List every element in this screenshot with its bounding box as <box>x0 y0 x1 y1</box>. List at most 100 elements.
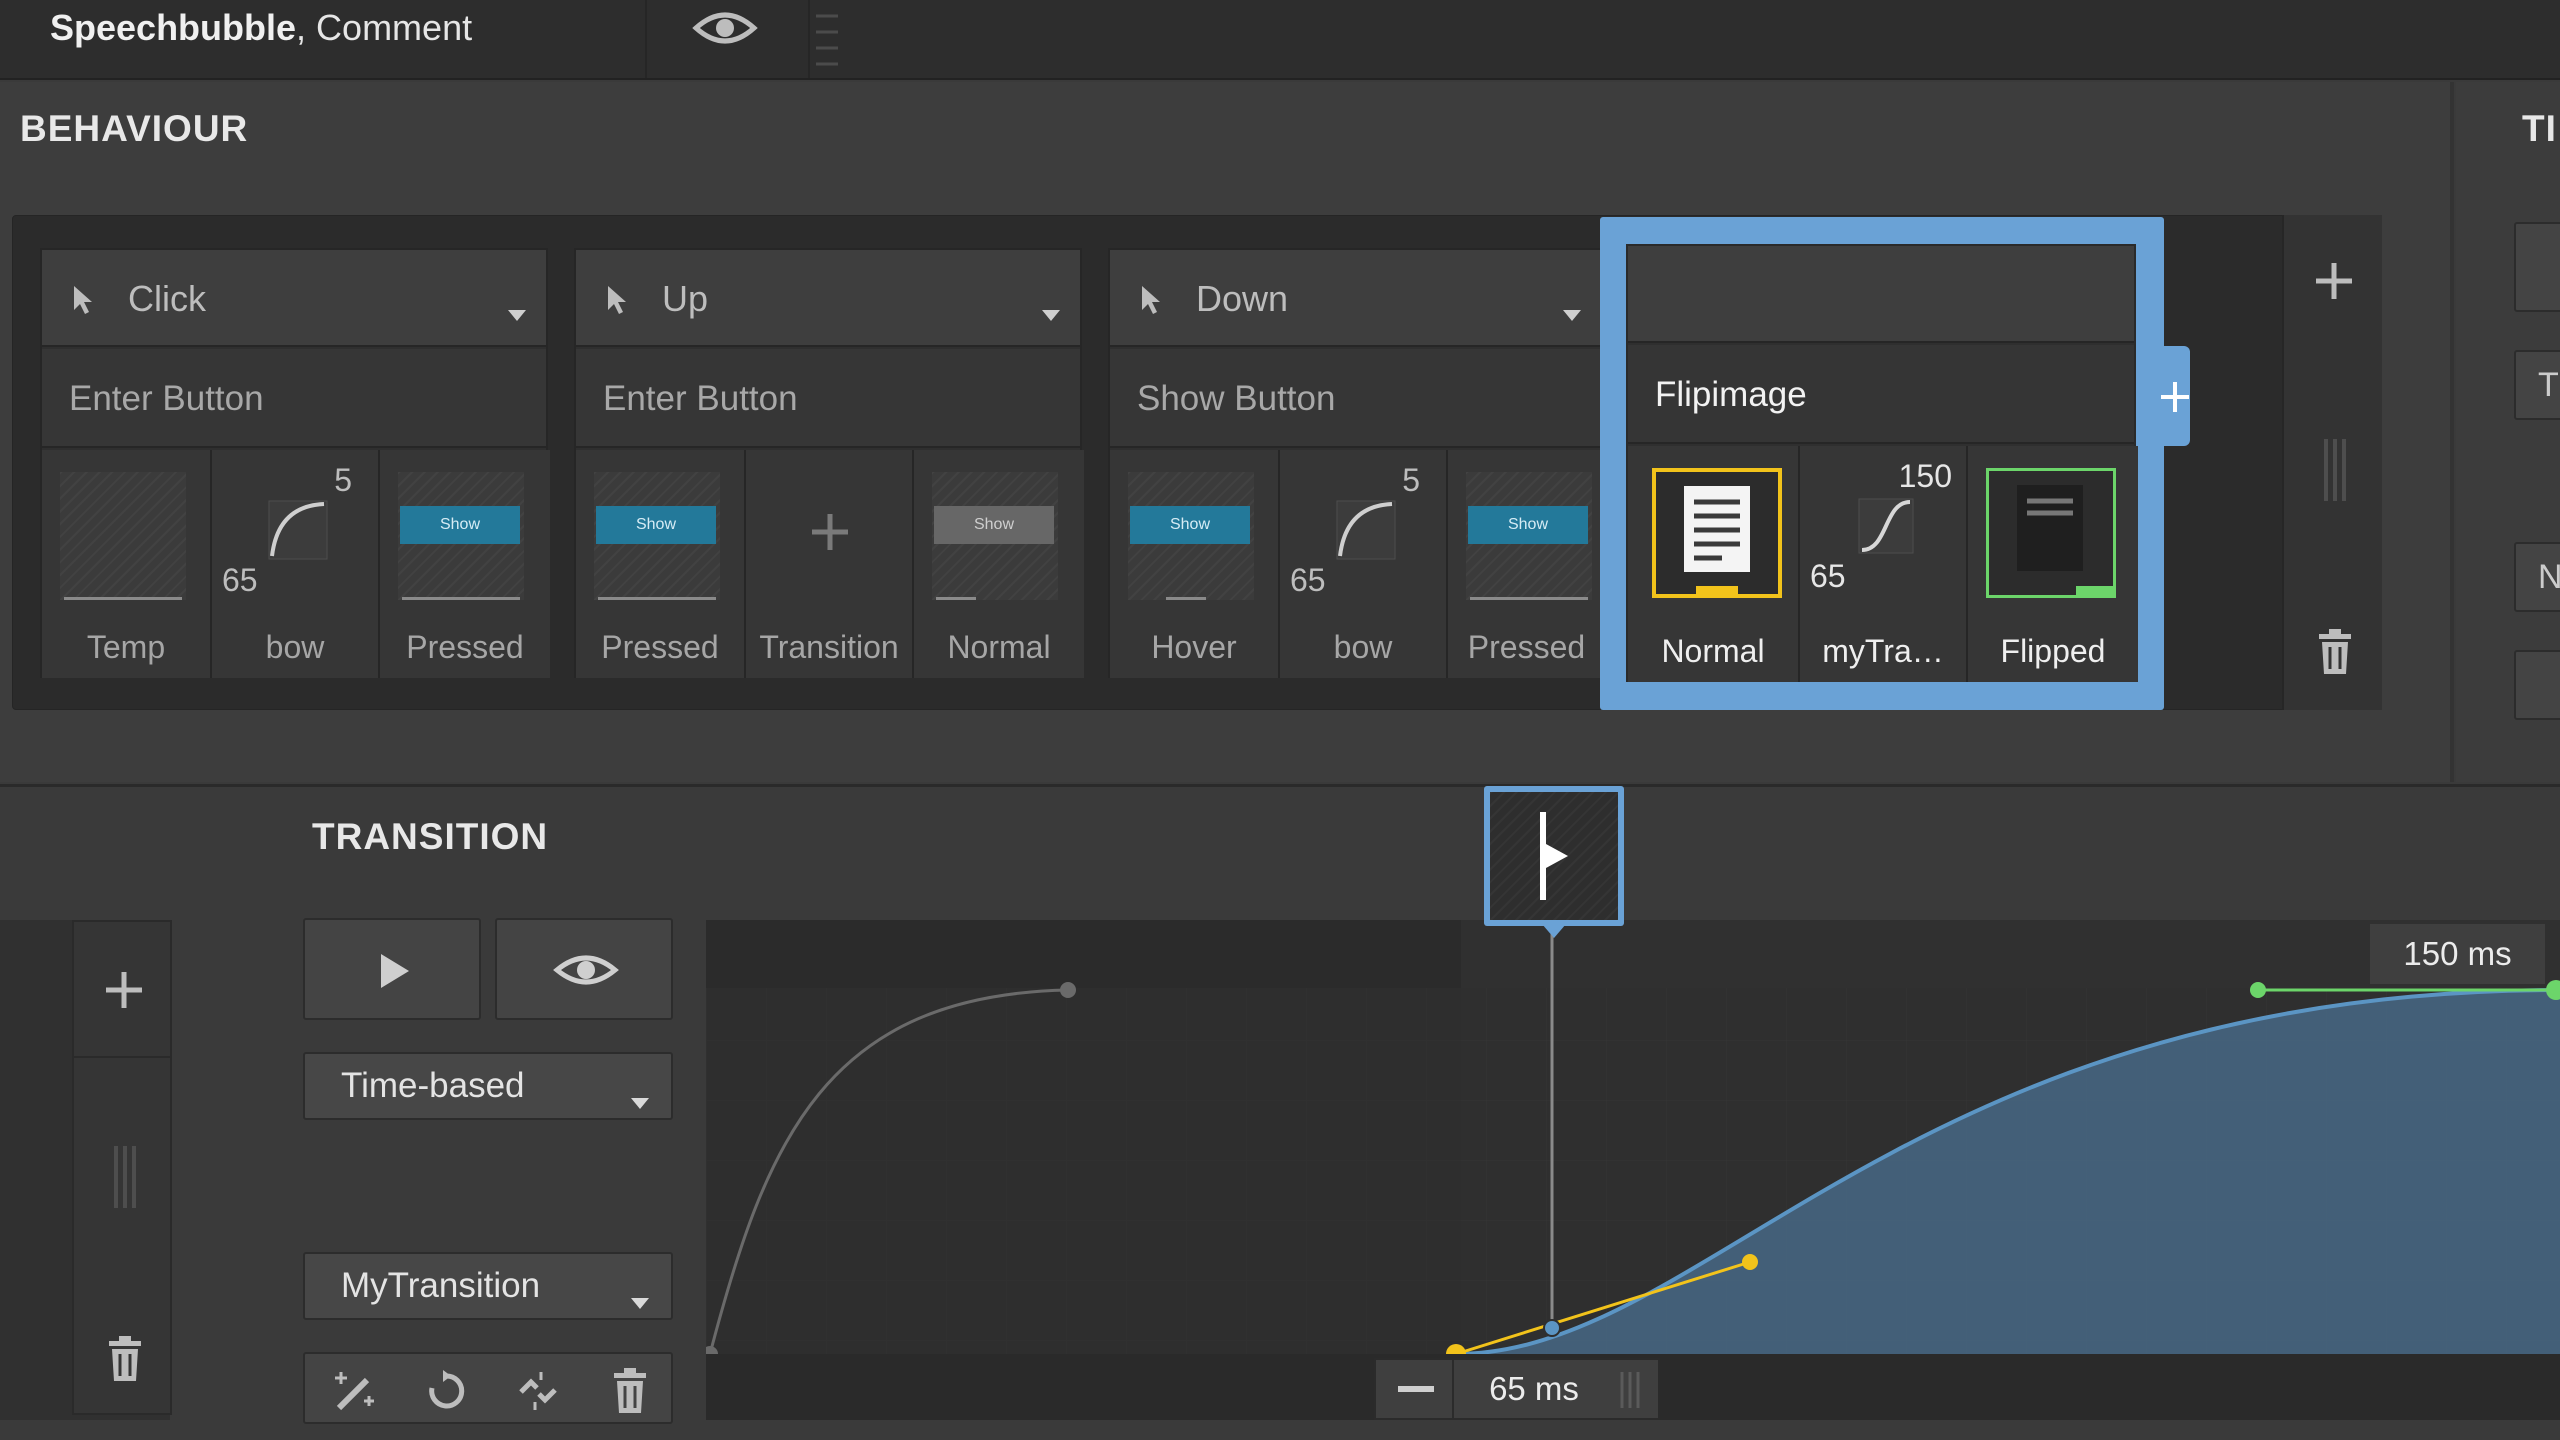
state-slot[interactable]: Temp <box>42 450 212 678</box>
trigger-header[interactable]: Click <box>42 250 546 347</box>
add-behaviour-plus-icon[interactable] <box>2312 259 2356 303</box>
state-caption: Pressed <box>1467 629 1586 665</box>
minus-icon <box>1398 1386 1434 1392</box>
state-thumbnail <box>60 472 186 600</box>
state-caption: Normal <box>947 629 1051 665</box>
behaviour-card-flipimage[interactable]: Flipimage Normal 150 65 myTra… Flipped <box>1626 244 2138 682</box>
resize-grip-icon[interactable] <box>812 6 842 72</box>
unlink-icon[interactable] <box>515 1368 561 1414</box>
transition-caption: myTra… <box>1822 633 1944 669</box>
state-thumbnail: Show <box>398 472 524 600</box>
transition-caption: bow <box>265 629 325 665</box>
reset-icon[interactable] <box>423 1368 469 1414</box>
transition-caption: bow <box>1333 629 1393 665</box>
transition-duration: 150 <box>1898 458 1952 494</box>
chevron-down-icon[interactable] <box>1563 310 1581 321</box>
chevron-down-icon <box>631 1098 649 1109</box>
behaviour-card-click[interactable]: Click Enter Button Temp 5 65 bow Show Pr… <box>40 248 550 678</box>
trigger-header[interactable]: Up <box>576 250 1080 347</box>
state-thumbnail <box>1986 468 2116 598</box>
transition-slot[interactable]: 5 65 bow <box>1280 450 1448 678</box>
state-slot-flipped[interactable]: Flipped <box>1968 446 2138 682</box>
trigger-header[interactable]: Down <box>1110 250 1601 347</box>
right-panel-add-button[interactable] <box>2514 650 2560 720</box>
trash-icon[interactable] <box>611 1368 649 1414</box>
control-handle-yellow <box>1742 1254 1758 1270</box>
trigger-label: Click <box>128 278 206 319</box>
selected-state-thumbnail <box>1652 468 1782 598</box>
document-icon <box>1684 486 1750 572</box>
transition-tools-bar <box>303 1352 673 1424</box>
transition-delay: 65 <box>1810 558 1846 594</box>
state-slot-normal[interactable]: Normal <box>1628 446 1800 682</box>
transition-slot[interactable]: 150 65 myTra… <box>1800 446 1968 682</box>
eye-icon <box>553 955 619 985</box>
cursor-icon <box>1142 286 1160 314</box>
drag-handle-icon[interactable] <box>1616 1370 1646 1410</box>
trash-icon[interactable] <box>2316 629 2354 675</box>
show-button-preview: Show <box>934 506 1054 544</box>
top-bar-separator <box>808 0 810 78</box>
drag-handle-icon[interactable] <box>2320 437 2350 503</box>
state-slot[interactable]: Show Pressed <box>380 450 550 678</box>
right-panel-field[interactable]: N <box>2514 542 2560 612</box>
plus-icon[interactable] <box>808 510 852 554</box>
action-label: Enter Button <box>69 379 264 418</box>
behaviour-title: BEHAVIOUR <box>20 108 249 149</box>
show-button-preview: Show <box>1468 506 1588 544</box>
state-slot[interactable]: Show Pressed <box>1448 450 1605 678</box>
visibility-eye-icon[interactable] <box>690 6 760 50</box>
play-button[interactable] <box>303 918 481 1020</box>
top-bar: Speechbubble, Comment <box>0 0 2560 80</box>
trash-icon[interactable] <box>106 1336 144 1382</box>
action-row[interactable]: Enter Button <box>42 349 546 448</box>
right-panel-button[interactable] <box>2514 222 2560 312</box>
action-row[interactable]: Enter Button <box>576 349 1080 448</box>
preview-eye-button[interactable] <box>495 918 673 1020</box>
decrement-button[interactable] <box>1376 1360 1454 1418</box>
state-slot[interactable]: Show Hover <box>1110 450 1280 678</box>
transition-caption: Transition <box>759 629 899 665</box>
ease-curve-icon <box>1336 500 1396 560</box>
state-thumbnail: Show <box>594 472 720 600</box>
current-time-label: 65 ms <box>1489 1370 1579 1407</box>
show-button-preview: Show <box>596 506 716 544</box>
state-slot[interactable]: Show Pressed <box>576 450 746 678</box>
chevron-down-icon[interactable] <box>1042 310 1060 321</box>
action-row[interactable]: Show Button <box>1110 349 1601 448</box>
state-slot[interactable]: Show Normal <box>914 450 1084 678</box>
cursor-icon <box>608 286 626 314</box>
action-label: Enter Button <box>603 379 798 418</box>
timing-mode-select[interactable]: Time-based <box>303 1052 673 1120</box>
trigger-header[interactable] <box>1628 246 2134 343</box>
add-transition-slot[interactable]: Transition <box>746 450 914 678</box>
cursor-icon <box>74 286 92 314</box>
play-icon <box>381 954 409 988</box>
right-panel-field[interactable]: T <box>2514 350 2560 420</box>
behaviour-card-up[interactable]: Up Enter Button Show Pressed Transition … <box>574 248 1084 678</box>
transition-slot[interactable]: 5 65 bow <box>212 450 380 678</box>
transition-duration: 5 <box>1402 462 1420 498</box>
chevron-down-icon <box>631 1298 649 1309</box>
magic-wand-icon[interactable] <box>331 1368 377 1414</box>
drag-handle-icon[interactable] <box>110 1144 140 1210</box>
easing-curve-editor[interactable]: 150 ms <box>706 920 2560 1420</box>
chevron-down-icon[interactable] <box>508 310 526 321</box>
end-time-label: 150 ms <box>2370 924 2545 984</box>
insert-after-tab[interactable] <box>2160 346 2190 446</box>
add-transition-plus-icon[interactable] <box>102 968 146 1012</box>
ease-in-out-curve-icon <box>1858 498 1914 554</box>
transition-list-toolbar <box>72 920 172 1415</box>
transition-duration: 5 <box>334 462 352 498</box>
trigger-label: Down <box>1196 278 1289 319</box>
action-row[interactable]: Flipimage <box>1628 345 2134 444</box>
transition-preset-select[interactable]: MyTransition <box>303 1252 673 1320</box>
time-stepper[interactable]: 65 ms <box>1374 1358 1660 1420</box>
behaviour-toolbar <box>2282 215 2382 710</box>
playhead-handle[interactable] <box>1484 786 1624 938</box>
playhead-marker <box>1543 1319 1561 1337</box>
state-caption: Pressed <box>601 629 719 665</box>
state-caption: Temp <box>86 629 166 665</box>
flip-marker-icon <box>1540 812 1568 900</box>
behaviour-card-down[interactable]: Down Show Button Show Hover 5 65 bow Sho… <box>1108 248 1605 678</box>
